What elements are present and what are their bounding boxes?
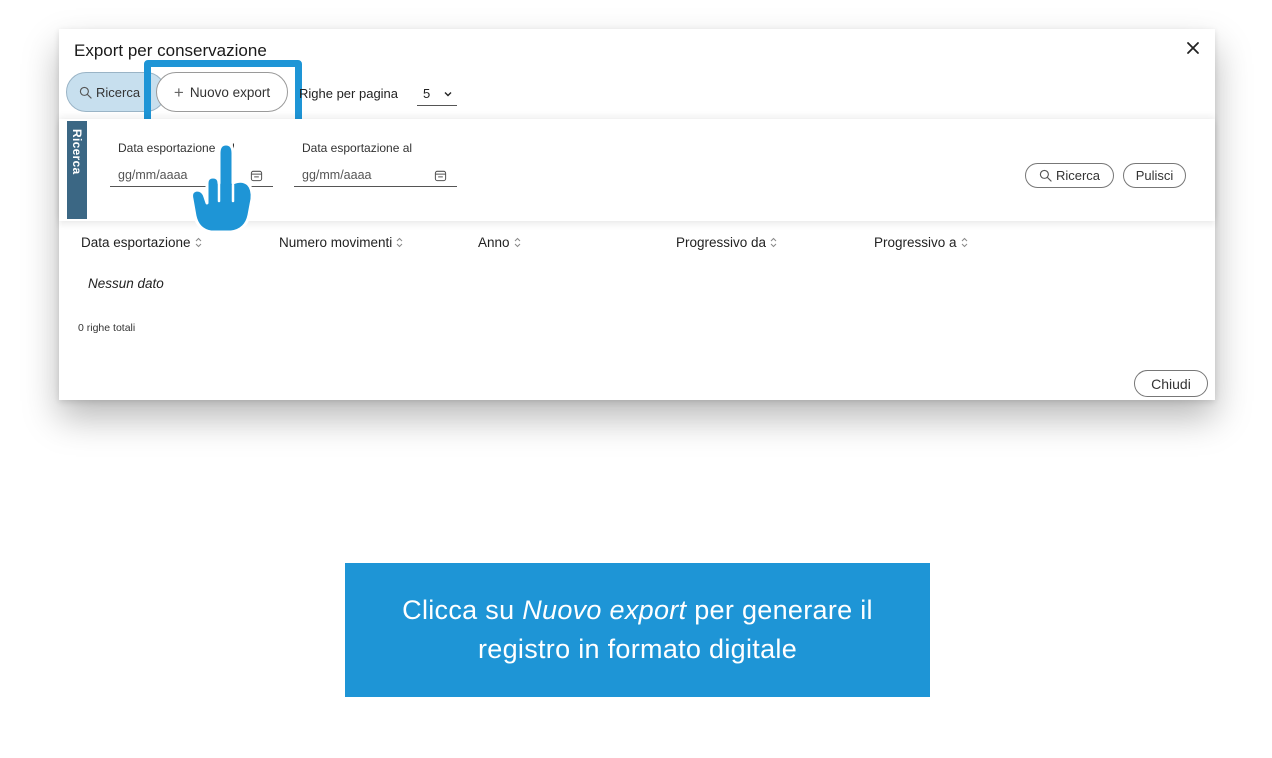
sort-icon: [514, 237, 520, 248]
sort-icon: [396, 237, 403, 248]
search-button-label: Ricerca: [1055, 168, 1101, 183]
search-button[interactable]: Ricerca: [1025, 163, 1114, 188]
caption-line-2: registro in formato digitale: [477, 634, 798, 664]
rows-per-page-value: 5: [423, 86, 431, 101]
date-to-field: Data esportazione al: [294, 141, 457, 191]
new-export-label: Nuovo export: [189, 84, 271, 100]
search-panel-tab-label: Ricerca: [70, 129, 84, 175]
clear-button-label: Pulisci: [1135, 168, 1174, 183]
chevron-down-icon: [444, 92, 452, 97]
date-from-field: Data esportazione dal: [110, 141, 273, 191]
tutorial-caption: Clicca su Nuovo export per generare il r…: [345, 563, 930, 697]
column-header-label: Numero movimenti: [279, 235, 393, 250]
new-export-button[interactable]: + Nuovo export: [156, 72, 288, 112]
sort-icon: [961, 237, 967, 248]
empty-table-message: Nessun dato: [88, 276, 164, 291]
sort-icon: [770, 237, 777, 248]
column-header-numero-movimenti[interactable]: Numero movimenti: [279, 235, 403, 250]
dialog-title: Export per conservazione: [74, 41, 267, 60]
close-icon[interactable]: [1183, 38, 1203, 58]
close-button-label: Chiudi: [1151, 375, 1191, 392]
search-icon: [1039, 169, 1052, 182]
caption-text: per generare il: [694, 595, 873, 625]
clear-button[interactable]: Pulisci: [1123, 163, 1186, 188]
rows-per-page-select[interactable]: 5: [417, 82, 457, 106]
date-from-input[interactable]: [110, 163, 273, 187]
caption-line-1: Clicca su Nuovo export per generare il: [402, 591, 873, 630]
caption-text: Clicca su: [402, 595, 515, 625]
close-button[interactable]: Chiudi: [1134, 370, 1208, 397]
search-icon: [79, 86, 92, 99]
caption-emphasis: Nuovo export: [522, 595, 687, 625]
search-filter-panel: Ricerca Data esportazione dal Data espor…: [59, 119, 1215, 221]
column-header-progressivo-a[interactable]: Progressivo a: [874, 235, 968, 250]
date-to-input[interactable]: [294, 163, 457, 187]
column-header-anno[interactable]: Anno: [478, 235, 521, 250]
search-toggle-button[interactable]: Ricerca: [66, 72, 166, 112]
total-rows-count: 0 righe totali: [78, 322, 136, 334]
search-toggle-label: Ricerca: [96, 84, 141, 100]
calendar-icon[interactable]: [434, 169, 447, 182]
column-header-label: Progressivo a: [874, 235, 957, 250]
column-header-progressivo-da[interactable]: Progressivo da: [676, 235, 777, 250]
search-panel-tab[interactable]: Ricerca: [67, 121, 87, 219]
table-header: Data esportazione Numero movimenti Anno …: [59, 235, 1215, 257]
export-dialog: Export per conservazione Ricerca + Nuovo…: [59, 29, 1215, 400]
column-header-label: Anno: [478, 235, 510, 250]
rows-per-page-label: Righe per pagina: [299, 86, 399, 101]
column-header-label: Progressivo da: [676, 235, 767, 250]
date-from-label: Data esportazione dal: [118, 141, 235, 155]
plus-icon: +: [173, 82, 184, 102]
date-to-label: Data esportazione al: [302, 141, 413, 155]
column-header-data-esportazione[interactable]: Data esportazione: [81, 235, 202, 250]
column-header-label: Data esportazione: [81, 235, 191, 250]
toolbar: Ricerca + Nuovo export Righe per pagina …: [59, 60, 1215, 130]
sort-icon: [195, 237, 201, 248]
calendar-icon[interactable]: [250, 169, 263, 182]
